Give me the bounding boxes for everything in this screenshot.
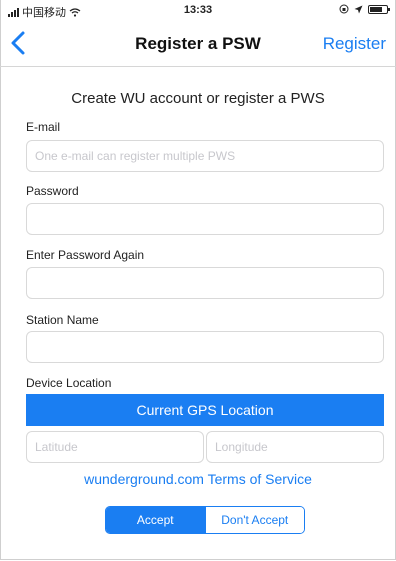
orientation-lock-icon (339, 4, 349, 14)
device-location-label: Device Location (26, 376, 112, 390)
email-field[interactable] (26, 140, 384, 172)
form-heading: Create WU account or register a PWS (71, 90, 325, 107)
password-field[interactable] (26, 203, 384, 235)
status-right (339, 4, 390, 14)
status-time: 13:33 (183, 4, 213, 16)
current-gps-location-button[interactable]: Current GPS Location (26, 394, 384, 426)
terms-segmented-control: Accept Don't Accept (105, 506, 305, 534)
battery-icon (368, 4, 390, 14)
location-arrow-icon (354, 5, 363, 13)
longitude-field[interactable] (206, 431, 384, 463)
email-label: E-mail (26, 120, 61, 134)
station-name-field[interactable] (26, 331, 384, 363)
register-button[interactable]: Register (323, 34, 386, 54)
dont-accept-button[interactable]: Don't Accept (204, 507, 304, 533)
password-label: Password (26, 184, 79, 198)
navigation-bar: Register a PSW Register (0, 22, 396, 67)
password-again-label: Enter Password Again (26, 248, 145, 262)
accept-button[interactable]: Accept (106, 507, 205, 533)
station-name-label: Station Name (26, 313, 99, 327)
status-bar: 中国移动 13:33 (0, 0, 396, 22)
password-again-field[interactable] (26, 267, 384, 299)
terms-of-service-link[interactable]: wunderground.com Terms of Service (0, 471, 396, 487)
latitude-field[interactable] (26, 431, 204, 463)
